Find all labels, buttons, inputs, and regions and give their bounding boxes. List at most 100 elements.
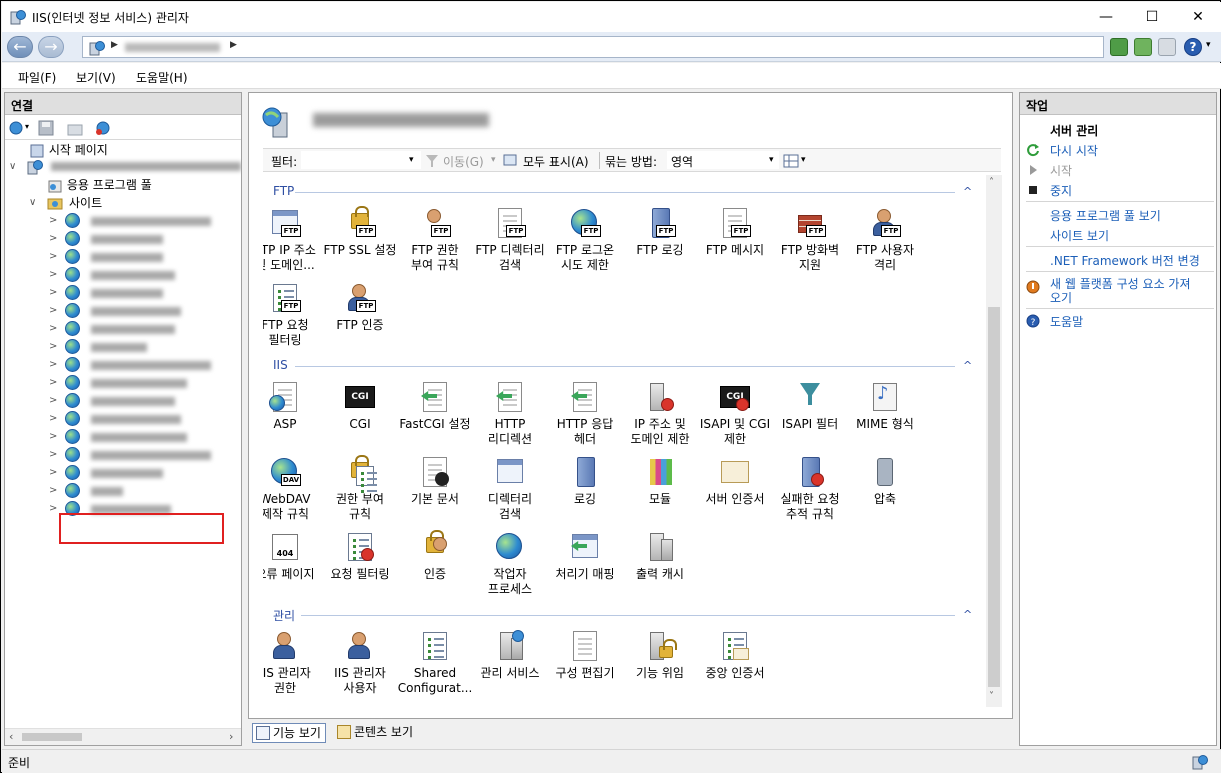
feature-ip-domain-restrictions[interactable]: IP 주소 및 도메인 제한 [622, 381, 698, 447]
scrollbar-thumb[interactable] [22, 733, 82, 741]
go-dropdown-icon[interactable]: ▾ [491, 155, 496, 165]
feature-iis-manager-permissions[interactable]: IIS 관리자 권한 [263, 630, 323, 696]
feature-ftp-messages[interactable]: FTP FTP 메시지 [697, 207, 773, 258]
collapse-chevron-icon[interactable]: ∨ [29, 194, 36, 212]
feature-mime-types[interactable]: MIME 형식 [847, 381, 923, 432]
feature-ftp-firewall[interactable]: FTP FTP 방화벽 지원 [772, 207, 848, 273]
feature-ftp-authentication[interactable]: FTP FTP 인증 [322, 282, 398, 333]
horizontal-scrollbar[interactable]: ‹ › [5, 728, 241, 745]
tree-site-item[interactable]: > [49, 212, 239, 230]
save-icon[interactable] [38, 120, 54, 136]
show-all-button[interactable]: 모두 표시(A) [523, 153, 589, 170]
expand-chevron-icon[interactable]: > [49, 320, 57, 338]
refresh-icon[interactable] [1110, 38, 1128, 56]
expand-chevron-icon[interactable]: > [49, 356, 57, 374]
stop-icon[interactable] [1134, 38, 1152, 56]
feature-ftp-ssl[interactable]: FTP FTP SSL 설정 [322, 206, 398, 258]
expand-chevron-icon[interactable]: > [49, 464, 57, 482]
scroll-down-icon[interactable]: ˅ [989, 691, 994, 702]
expand-chevron-icon[interactable]: > [49, 482, 57, 500]
forward-button[interactable]: → [38, 36, 64, 58]
scroll-up-icon[interactable]: ˄ [989, 177, 994, 188]
feature-handler-mappings[interactable]: 처리기 매핑 [547, 531, 623, 582]
expand-chevron-icon[interactable]: > [49, 248, 57, 266]
collapse-group-icon[interactable]: ^ [963, 185, 972, 198]
group-by-dropdown-icon[interactable]: ▾ [769, 155, 774, 165]
scrollbar-thumb[interactable] [988, 307, 1000, 687]
filter-input[interactable] [301, 151, 421, 169]
menu-file[interactable]: 파일(F) [18, 69, 56, 86]
feature-feature-delegation[interactable]: 기능 위임 [622, 630, 698, 681]
expand-chevron-icon[interactable]: > [49, 266, 57, 284]
disconnect-icon[interactable] [95, 120, 111, 136]
feature-modules[interactable]: 모듈 [622, 456, 698, 507]
expand-chevron-icon[interactable]: > [49, 284, 57, 302]
close-button[interactable]: ✕ [1175, 2, 1221, 32]
collapse-group-icon[interactable]: ^ [963, 359, 972, 372]
tree-app-pools[interactable]: 응용 프로그램 풀 [47, 176, 152, 194]
feature-isapi-filters[interactable]: ISAPI 필터 [772, 381, 848, 432]
tree-site-item[interactable]: > [49, 356, 239, 374]
help-dropdown-icon[interactable]: ▾ [1206, 40, 1211, 50]
address-bar[interactable]: ▶ ▶ [82, 36, 1104, 58]
collapse-chevron-icon[interactable]: ∨ [9, 158, 16, 176]
expand-chevron-icon[interactable]: > [49, 302, 57, 320]
tree-start-page[interactable]: 시작 페이지 [29, 141, 108, 159]
feature-http-redirect[interactable]: HTTP 리디렉션 [472, 381, 548, 447]
tab-features-view[interactable]: 기능 보기 [252, 723, 326, 743]
back-button[interactable]: ← [7, 36, 33, 58]
tree-site-item[interactable]: > [49, 248, 239, 266]
feature-default-document[interactable]: 기본 문서 [397, 456, 473, 507]
feature-management-service[interactable]: 관리 서비스 [472, 630, 548, 681]
minimize-button[interactable]: — [1083, 2, 1129, 32]
feature-ftp-dir-browse[interactable]: FTP FTP 디렉터리 검색 [472, 207, 548, 273]
feature-configuration-editor[interactable]: 구성 편집기 [547, 630, 623, 681]
view-mode-dropdown-icon[interactable]: ▾ [801, 155, 806, 165]
feature-logging[interactable]: 로깅 [547, 456, 623, 507]
feature-cgi[interactable]: CGI CGI [322, 381, 398, 432]
tree-site-item[interactable]: > [49, 428, 239, 446]
vertical-scrollbar[interactable]: ˄ ˅ [986, 175, 1002, 707]
scroll-left-icon[interactable]: ‹ [9, 730, 13, 743]
feature-ftp-logon-limit[interactable]: FTP FTP 로그온 시도 제한 [547, 207, 623, 273]
expand-chevron-icon[interactable]: > [49, 338, 57, 356]
tree-site-item[interactable]: > [49, 284, 239, 302]
expand-chevron-icon[interactable]: > [49, 230, 57, 248]
connect-dropdown-icon[interactable]: ▾ [25, 122, 29, 131]
tree-site-item[interactable]: > [49, 446, 239, 464]
feature-fastcgi[interactable]: FastCGI 설정 [397, 381, 473, 432]
feature-centralized-certificates[interactable]: 중앙 인증서 [697, 630, 773, 681]
tree-site-item[interactable]: > [49, 374, 239, 392]
maximize-button[interactable]: ☐ [1129, 2, 1175, 32]
feature-asp[interactable]: ASP [263, 381, 323, 432]
expand-chevron-icon[interactable]: > [49, 410, 57, 428]
menu-view[interactable]: 보기(V) [76, 69, 116, 86]
feature-worker-processes[interactable]: 작업자 프로세스 [472, 531, 548, 597]
feature-isapi-cgi-restrictions[interactable]: CGI ISAPI 및 CGI 제한 [697, 381, 773, 447]
tab-content-view[interactable]: 콘텐츠 보기 [334, 723, 417, 743]
address-chevron-icon[interactable]: ▶ [111, 40, 118, 50]
tree-site-item[interactable]: > [49, 410, 239, 428]
tree-site-item[interactable]: > [49, 320, 239, 338]
expand-chevron-icon[interactable]: > [49, 374, 57, 392]
feature-directory-browsing[interactable]: 디렉터리 검색 [472, 456, 548, 522]
collapse-group-icon[interactable]: ^ [963, 608, 972, 621]
feature-http-response-headers[interactable]: HTTP 응답 헤더 [547, 381, 623, 447]
feature-error-pages[interactable]: 404 오류 페이지 [263, 531, 323, 582]
tree-site-item[interactable]: > [49, 230, 239, 248]
view-mode-icon[interactable] [783, 154, 799, 168]
feature-server-certificates[interactable]: 서버 인증서 [697, 456, 773, 507]
feature-authorization-rules[interactable]: 권한 부여 규칙 [322, 455, 398, 522]
expand-chevron-icon[interactable]: > [49, 500, 57, 518]
address-chevron-end-icon[interactable]: ▶ [230, 40, 237, 50]
feature-ftp-authz[interactable]: FTP FTP 권한 부여 규칙 [397, 207, 473, 273]
scroll-right-icon[interactable]: › [229, 730, 233, 743]
feature-ftp-ip-domain[interactable]: FTP FTP IP 주소및 도메인... [263, 207, 323, 273]
tree-site-item[interactable]: > [49, 464, 239, 482]
expand-chevron-icon[interactable]: > [49, 392, 57, 410]
menu-help[interactable]: 도움말(H) [136, 69, 188, 86]
feature-ftp-request-filter[interactable]: FTP FTP 요청 필터링 [263, 282, 323, 348]
feature-ftp-user-isolation[interactable]: FTP FTP 사용자 격리 [847, 207, 923, 273]
home-icon[interactable] [1158, 38, 1176, 56]
go-button[interactable]: 이동(G) [443, 153, 484, 170]
